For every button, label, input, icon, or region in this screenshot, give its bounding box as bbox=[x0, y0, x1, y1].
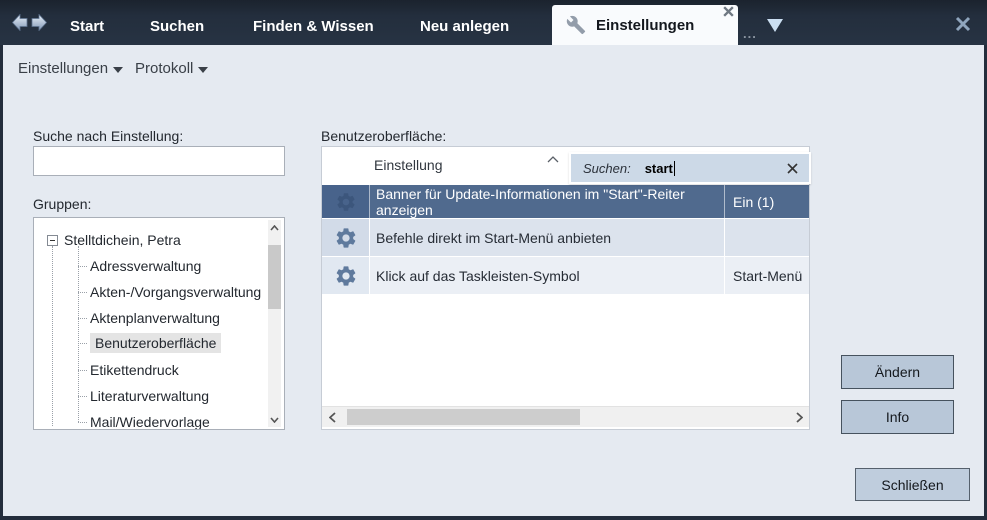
tree-connector bbox=[78, 318, 87, 319]
table-search-label: Suchen: bbox=[583, 161, 631, 176]
tree-connector bbox=[78, 343, 87, 344]
scroll-up-icon[interactable] bbox=[268, 220, 281, 235]
active-tab-label: Einstellungen bbox=[596, 17, 694, 34]
tree-connector bbox=[78, 292, 87, 293]
sort-asc-icon bbox=[546, 155, 560, 164]
tree-item-label: Mail/Wiedervorlage bbox=[90, 414, 210, 430]
aendern-button[interactable]: Ändern bbox=[841, 355, 954, 389]
settings-table: Einstellung Banner für Update-Informatio… bbox=[321, 146, 810, 430]
tab-overflow-ellipsis[interactable]: ... bbox=[743, 26, 757, 41]
tree-item-label: Literaturverwaltung bbox=[90, 388, 209, 404]
tree-item-label: Benutzeroberfläche bbox=[90, 333, 221, 353]
setting-value bbox=[724, 219, 809, 256]
icon-cell bbox=[322, 219, 370, 256]
table-row-klick-taskleiste[interactable]: Klick auf das Taskleisten-Symbol Start-M… bbox=[322, 257, 809, 295]
tree-connector bbox=[78, 370, 87, 371]
menu-protokoll[interactable]: Protokoll bbox=[135, 60, 208, 77]
history-nav bbox=[12, 14, 47, 31]
tree-item-mail-wiedervorlage[interactable]: Mail/Wiedervorlage bbox=[78, 411, 210, 430]
top-tab-bar: Start Suchen Finden & Wissen Neu anlegen… bbox=[0, 0, 987, 45]
search-setting-input[interactable] bbox=[33, 146, 285, 176]
table-horizontal-scrollbar[interactable] bbox=[322, 406, 809, 427]
setting-value: Ein (1) bbox=[724, 185, 809, 218]
tree-item-label: Etikettendruck bbox=[90, 362, 179, 378]
setting-name: Befehle direkt im Start-Menü anbieten bbox=[370, 219, 724, 256]
forward-arrow-icon[interactable] bbox=[31, 14, 47, 31]
tree-item-label: Aktenplanverwaltung bbox=[90, 310, 220, 326]
scroll-left-icon[interactable] bbox=[322, 407, 342, 427]
tree-item-literaturverwaltung[interactable]: Literaturverwaltung bbox=[78, 385, 209, 407]
icon-cell bbox=[322, 185, 370, 218]
scroll-right-icon[interactable] bbox=[789, 407, 809, 427]
tree-connector bbox=[78, 396, 87, 397]
setting-name: Klick auf das Taskleisten-Symbol bbox=[370, 257, 724, 294]
groups-label: Gruppen: bbox=[33, 196, 91, 212]
tree-item-aktenplanverwaltung[interactable]: Aktenplanverwaltung bbox=[78, 307, 220, 329]
setting-name: Banner für Update-Informationen im "Star… bbox=[370, 185, 724, 218]
tree-item-label: Adressverwaltung bbox=[90, 258, 201, 274]
tab-finden-wissen[interactable]: Finden & Wissen bbox=[253, 8, 374, 45]
tree-item-adressverwaltung[interactable]: Adressverwaltung bbox=[78, 255, 201, 277]
gear-icon bbox=[334, 264, 358, 288]
tree-connector bbox=[78, 266, 87, 267]
tab-start[interactable]: Start bbox=[70, 8, 104, 45]
gear-icon bbox=[335, 191, 357, 213]
back-arrow-icon[interactable] bbox=[12, 14, 28, 31]
column-header-einstellung[interactable]: Einstellung bbox=[374, 157, 443, 173]
text-cursor bbox=[674, 161, 675, 176]
panel-title: Benutzeroberfläche: bbox=[321, 128, 446, 144]
tree-root-label: Stelltdichein, Petra bbox=[64, 232, 181, 248]
chevron-down-icon bbox=[113, 67, 123, 73]
menu-protokoll-label: Protokoll bbox=[135, 60, 193, 77]
search-setting-label: Suche nach Einstellung: bbox=[33, 128, 183, 144]
info-button[interactable]: Info bbox=[841, 400, 954, 434]
tab-close-icon[interactable] bbox=[722, 5, 735, 18]
tree-item-benutzeroberflaeche-selected[interactable]: Benutzeroberfläche bbox=[78, 332, 221, 354]
tree-connector bbox=[78, 422, 87, 423]
tree-collapse-icon[interactable] bbox=[47, 235, 58, 246]
chevron-down-icon bbox=[198, 67, 208, 73]
schliessen-button[interactable]: Schließen bbox=[855, 468, 970, 501]
tab-einstellungen-active[interactable]: Einstellungen bbox=[552, 5, 738, 45]
tree-root-item[interactable]: Stelltdichein, Petra bbox=[47, 229, 181, 251]
tab-list-dropdown-icon[interactable] bbox=[767, 19, 783, 32]
tree-item-etikettendruck[interactable]: Etikettendruck bbox=[78, 359, 179, 381]
groups-tree: Stelltdichein, Petra Adressverwaltung Ak… bbox=[33, 217, 285, 430]
gear-icon bbox=[334, 226, 358, 250]
table-row-befehle-startmenu[interactable]: Befehle direkt im Start-Menü anbieten bbox=[322, 219, 809, 257]
scrollbar-thumb[interactable] bbox=[347, 409, 580, 425]
table-search-value[interactable]: start bbox=[645, 161, 673, 176]
tree-item-label: Akten-/Vorgangsverwaltung bbox=[90, 284, 261, 300]
window-close-icon[interactable] bbox=[953, 15, 973, 33]
app-window: Start Suchen Finden & Wissen Neu anlegen… bbox=[0, 0, 987, 520]
icon-cell bbox=[322, 257, 370, 294]
menu-einstellungen-label: Einstellungen bbox=[18, 60, 108, 77]
scrollbar-thumb[interactable] bbox=[268, 245, 281, 309]
setting-value: Start-Menü bbox=[724, 257, 809, 294]
tab-suchen[interactable]: Suchen bbox=[150, 8, 204, 45]
search-clear-icon[interactable] bbox=[786, 162, 799, 175]
menu-einstellungen[interactable]: Einstellungen bbox=[18, 60, 123, 77]
scroll-down-icon[interactable] bbox=[268, 412, 281, 427]
tree-vertical-scrollbar[interactable] bbox=[268, 220, 281, 427]
tree-line bbox=[52, 246, 53, 426]
tree-item-akten-vorgangsverwaltung[interactable]: Akten-/Vorgangsverwaltung bbox=[78, 281, 261, 303]
wrench-icon bbox=[566, 15, 586, 35]
table-row-banner-update[interactable]: Banner für Update-Informationen im "Star… bbox=[322, 185, 809, 219]
table-search-box[interactable]: Suchen: start bbox=[569, 152, 811, 184]
tab-neu-anlegen[interactable]: Neu anlegen bbox=[420, 8, 509, 45]
